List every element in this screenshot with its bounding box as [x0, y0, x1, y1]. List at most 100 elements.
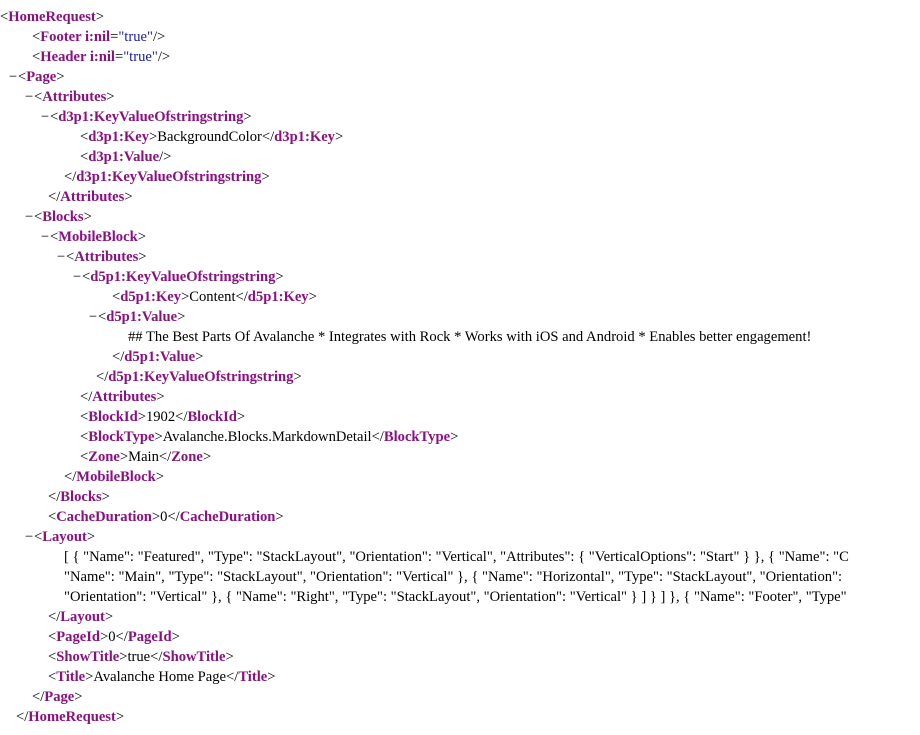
- xml-punctuation: </: [235, 289, 248, 305]
- xml-text-content: true: [127, 649, 151, 665]
- xml-punctuation: <: [34, 529, 43, 545]
- xml-punctuation: >: [154, 429, 163, 445]
- xml-punctuation: >: [115, 709, 125, 725]
- xml-line: <CacheDuration>0</CacheDuration>: [48, 507, 284, 527]
- xml-tag-name: d5p1:KeyValueOfstringstring: [108, 369, 294, 385]
- xml-punctuation: <: [0, 9, 9, 25]
- xml-punctuation: >: [101, 489, 110, 505]
- xml-tag-name: MobileBlock: [58, 229, 138, 245]
- xml-punctuation: >: [156, 389, 165, 405]
- xml-tag-name: d3p1:Key: [274, 129, 335, 145]
- collapse-toggle-icon[interactable]: −: [40, 227, 50, 247]
- xml-tag-name: d3p1:KeyValueOfstringstring: [58, 109, 244, 125]
- xml-line: </Attributes>: [48, 187, 133, 207]
- xml-line: <Header i:nil="true"/>: [32, 47, 170, 67]
- xml-punctuation: <: [66, 249, 75, 265]
- xml-tag-name: Layout: [42, 529, 87, 545]
- xml-line: <BlockType>Avalanche.Blocks.MarkdownDeta…: [80, 427, 458, 447]
- xml-punctuation: >: [177, 309, 186, 325]
- collapse-toggle-icon[interactable]: −: [8, 67, 18, 87]
- xml-punctuation: <: [34, 209, 43, 225]
- xml-tag-name: Blocks: [60, 489, 102, 505]
- xml-punctuation: =: [114, 49, 124, 65]
- xml-line: <Title>Avalanche Home Page</Title>: [48, 667, 275, 687]
- xml-document-viewer: −<HomeRequest><Footer i:nil="true"/><Hea…: [0, 0, 920, 735]
- xml-text-content: [ { "Name": "Featured", "Type": "StackLa…: [64, 549, 849, 565]
- collapse-toggle-icon[interactable]: −: [56, 247, 66, 267]
- xml-line: −<HomeRequest>: [0, 7, 104, 27]
- xml-tag-name: Page: [26, 69, 57, 85]
- xml-punctuation: >: [56, 69, 65, 85]
- xml-line: −<MobileBlock>: [40, 227, 146, 247]
- xml-punctuation: </: [371, 429, 384, 445]
- xml-line: </HomeRequest>: [16, 707, 124, 727]
- xml-tag-name: BlockType: [383, 429, 451, 445]
- xml-punctuation: >: [171, 629, 180, 645]
- xml-line: </Blocks>: [48, 487, 110, 507]
- xml-punctuation: <: [48, 669, 57, 685]
- xml-text-content: BackgroundColor: [157, 129, 262, 145]
- collapse-toggle-icon[interactable]: −: [24, 87, 34, 107]
- xml-text-content: Avalanche.Blocks.MarkdownDetail: [162, 429, 372, 445]
- xml-punctuation: <: [32, 29, 41, 45]
- xml-punctuation: />: [159, 149, 172, 165]
- xml-text-content: 0: [108, 629, 116, 645]
- xml-punctuation: >: [308, 289, 317, 305]
- xml-line: <ShowTitle>true</ShowTitle>: [48, 647, 234, 667]
- xml-punctuation: >: [104, 609, 114, 625]
- xml-text-content: "Orientation": "Vertical" }, { "Name": "…: [64, 589, 847, 605]
- xml-line: −<d5p1:Value>: [88, 307, 185, 327]
- xml-punctuation: >: [155, 469, 164, 485]
- xml-text-content: Main: [128, 449, 159, 465]
- xml-tag-name: d3p1:Key: [88, 129, 150, 145]
- xml-line: <d5p1:Key>Content</d5p1:Key>: [112, 287, 317, 307]
- xml-tag-name: d5p1:Key: [247, 289, 309, 305]
- xml-punctuation: >: [267, 669, 276, 685]
- xml-tag-name: Zone: [171, 449, 203, 465]
- xml-attribute-value: "true": [123, 49, 158, 65]
- xml-line: <d3p1:Key>BackgroundColor</d3p1:Key>: [80, 127, 343, 147]
- xml-tag-name: Attributes: [60, 189, 125, 205]
- xml-line: −<Attributes>: [56, 247, 147, 267]
- xml-text-content: ## The Best Parts Of Avalanche * Integra…: [128, 329, 812, 345]
- xml-punctuation: </: [112, 349, 125, 365]
- xml-punctuation: >: [225, 649, 234, 665]
- xml-punctuation: <: [50, 109, 59, 125]
- xml-punctuation: </: [167, 509, 180, 525]
- xml-line: "Orientation": "Vertical" }, { "Name": "…: [64, 587, 847, 607]
- xml-punctuation: >: [106, 89, 115, 105]
- xml-punctuation: >: [138, 249, 147, 265]
- xml-tag-name: Layout: [60, 609, 105, 625]
- xml-tag-name: d5p1:Value: [124, 349, 196, 365]
- collapse-toggle-icon[interactable]: −: [40, 107, 50, 127]
- collapse-toggle-icon[interactable]: −: [24, 527, 34, 547]
- xml-punctuation: </: [150, 649, 163, 665]
- collapse-toggle-icon[interactable]: −: [72, 267, 82, 287]
- xml-line: <Zone>Main</Zone>: [80, 447, 211, 467]
- xml-punctuation: <: [80, 129, 89, 145]
- xml-text-content: Avalanche Home Page: [93, 669, 227, 685]
- xml-tag-name: BlockType: [88, 429, 155, 445]
- xml-punctuation: </: [261, 129, 275, 145]
- collapse-toggle-icon[interactable]: −: [24, 207, 34, 227]
- xml-punctuation: <: [82, 269, 91, 285]
- xml-punctuation: <: [32, 49, 41, 65]
- xml-punctuation: >: [83, 209, 92, 225]
- xml-line: [ { "Name": "Featured", "Type": "StackLa…: [64, 547, 849, 567]
- xml-punctuation: </: [32, 689, 45, 705]
- xml-line: −<d3p1:KeyValueOfstringstring>: [40, 107, 252, 127]
- collapse-toggle-icon[interactable]: −: [88, 307, 98, 327]
- xml-punctuation: <: [34, 89, 43, 105]
- xml-tag-name: Attributes: [42, 89, 107, 105]
- xml-punctuation: <: [112, 289, 121, 305]
- xml-punctuation: <: [80, 429, 89, 445]
- xml-punctuation: <: [80, 449, 89, 465]
- xml-tag-name: BlockId: [187, 409, 237, 425]
- xml-punctuation: >: [100, 629, 109, 645]
- xml-punctuation: <: [48, 509, 57, 525]
- xml-tag-name: ShowTitle: [56, 649, 120, 665]
- xml-punctuation: >: [334, 129, 344, 145]
- xml-punctuation: />: [152, 29, 166, 45]
- xml-tag-name: PageId: [56, 629, 101, 645]
- xml-tag-name: Header i:nil: [40, 49, 115, 65]
